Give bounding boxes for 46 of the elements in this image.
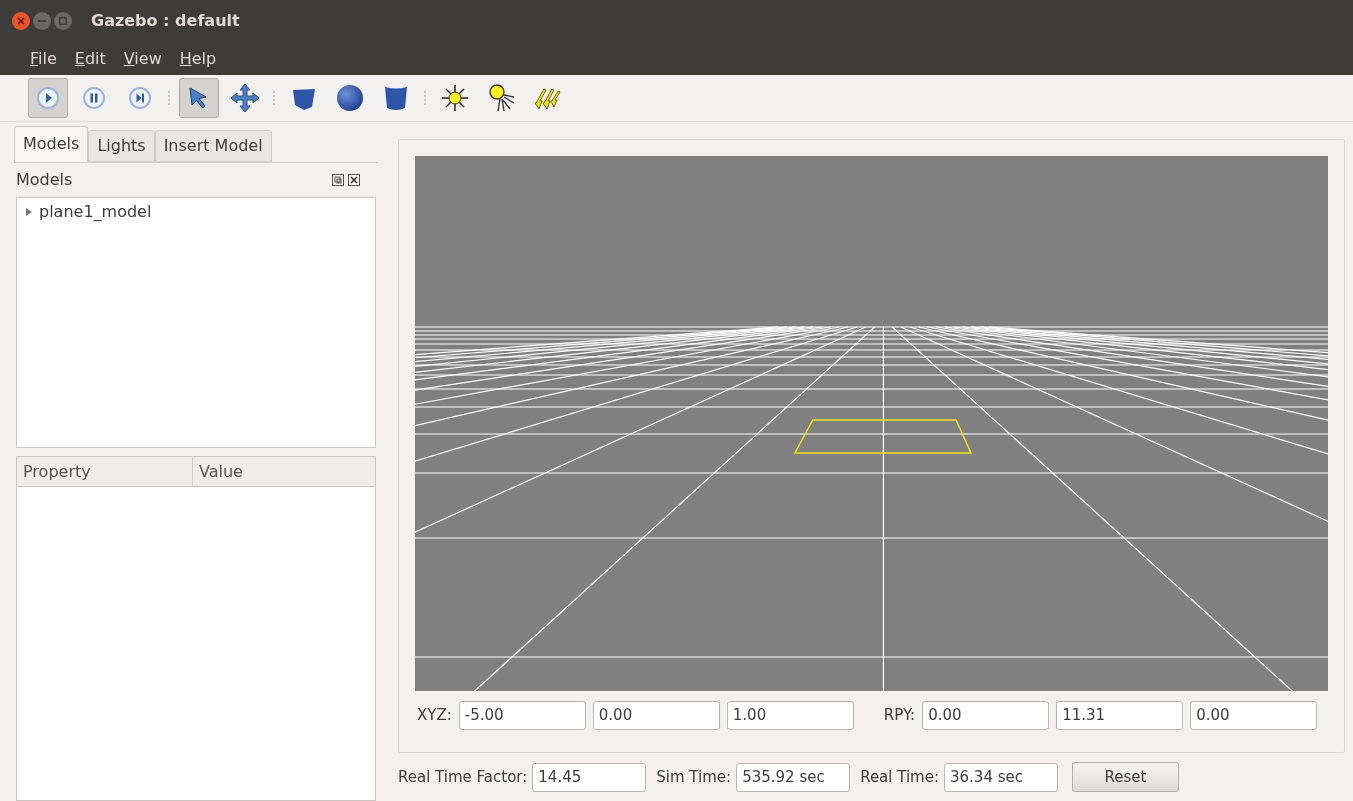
text-field[interactable]: 0.00	[592, 700, 720, 730]
minimize-icon	[38, 20, 46, 22]
toolbar-button[interactable]	[179, 78, 219, 118]
menu-item[interactable]: Help	[179, 46, 217, 71]
close-panel-icon[interactable]	[348, 174, 360, 186]
tab[interactable]: Models	[14, 126, 89, 162]
maximize-icon	[59, 17, 67, 25]
text-field[interactable]: 1.00	[726, 700, 854, 730]
move-arrows-icon	[229, 82, 261, 114]
rpy-label: RPY:	[883, 704, 916, 726]
status-label: Real Time Factor:	[398, 766, 528, 788]
text-field[interactable]: 0.00	[922, 700, 1050, 730]
status-label: Real Time:	[860, 766, 939, 788]
play-icon	[36, 86, 60, 110]
collapsed-arrow-icon[interactable]	[25, 208, 33, 216]
panel-title: Models	[15, 169, 73, 191]
close-icon	[17, 17, 25, 25]
toolbar-separator	[424, 91, 427, 105]
text-field[interactable]: 11.31	[1056, 700, 1184, 730]
sphere-icon	[336, 84, 364, 112]
text-field[interactable]: 0.00	[1190, 700, 1318, 730]
close-button[interactable]	[12, 12, 30, 30]
text-field[interactable]: -5.00	[458, 700, 586, 730]
menu-item[interactable]: File	[30, 46, 57, 71]
column-header[interactable]: Property	[17, 457, 193, 486]
xyz-label: XYZ:	[417, 704, 452, 726]
text-field[interactable]: 36.34 sec	[944, 762, 1058, 792]
reset-button[interactable]: Reset	[1072, 762, 1179, 792]
pause-icon	[82, 86, 106, 110]
text-field[interactable]: 535.92 sec	[736, 762, 851, 792]
window-title: Gazebo : default	[91, 10, 240, 32]
tree-item[interactable]: plane1_model	[39, 200, 152, 224]
cylinder-icon	[383, 84, 409, 112]
toolbar-separator	[273, 91, 276, 105]
tab[interactable]: Insert Model	[154, 130, 272, 162]
sun-icon	[440, 83, 470, 113]
menu-item[interactable]: Edit	[74, 46, 106, 71]
menu-item[interactable]: View	[123, 46, 162, 71]
tab[interactable]: Lights	[88, 130, 155, 162]
toolbar-separator	[168, 91, 171, 105]
spotlight-icon	[486, 83, 516, 113]
text-field[interactable]: 14.45	[532, 762, 647, 792]
float-panel-icon[interactable]	[332, 174, 344, 186]
step-icon	[128, 86, 152, 110]
status-label: Sim Time:	[656, 766, 732, 788]
column-header[interactable]: Value	[193, 457, 375, 486]
